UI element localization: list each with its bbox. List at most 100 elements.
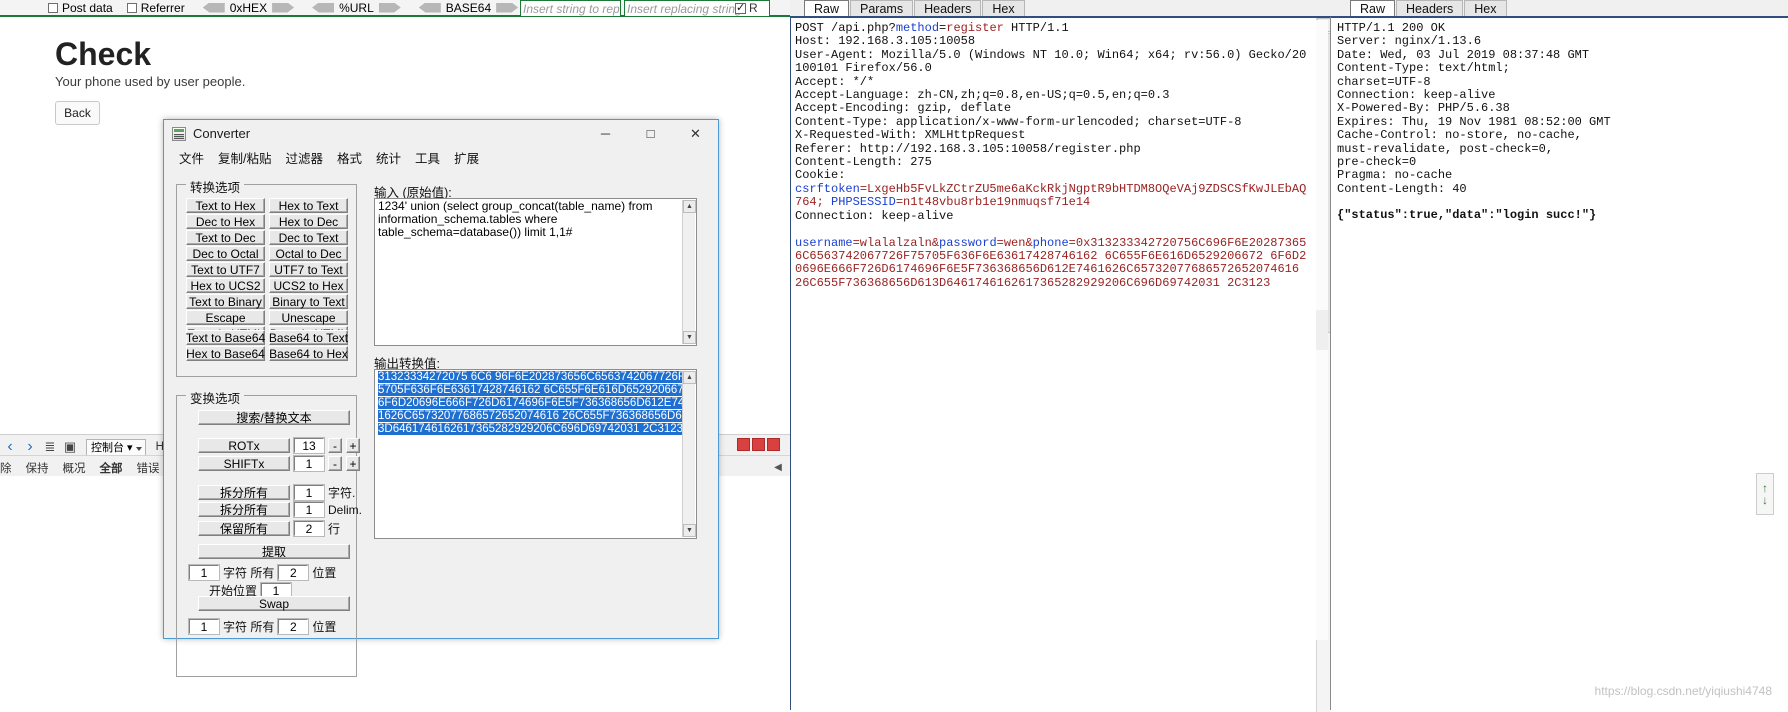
input-scrollbar[interactable]: ▲ ▼: [682, 200, 696, 344]
keep-lines-value-input[interactable]: 2: [293, 520, 325, 537]
shiftx-value-input[interactable]: 1: [293, 455, 325, 472]
referrer-checkbox-box[interactable]: [126, 2, 137, 13]
btn-split-all-chars[interactable]: 拆分所有: [198, 485, 290, 500]
btn-rotx[interactable]: ROTx: [198, 438, 290, 453]
output-textarea[interactable]: 31323334272075 6C6 96F6E202873656C656374…: [374, 369, 697, 539]
maximize-button[interactable]: □: [628, 120, 673, 147]
btn-binary-to-text[interactable]: Binary to Text: [269, 294, 348, 309]
btn-split-all-delim[interactable]: 拆分所有: [198, 502, 290, 517]
record-button-2[interactable]: [752, 438, 765, 451]
console-panel-select[interactable]: 控制台 ▾: [86, 438, 146, 456]
base64-encode-control[interactable]: BASE64: [418, 1, 519, 15]
arrow-right-icon[interactable]: [272, 2, 295, 13]
extract-from-input[interactable]: 1: [188, 564, 220, 581]
arrow-left-icon[interactable]: [202, 2, 225, 13]
btn-hex-to-base64[interactable]: Hex to Base64: [186, 346, 265, 361]
btn-base64-to-hex[interactable]: Base64 to Hex: [269, 346, 348, 361]
url-encode-control[interactable]: %URL: [312, 1, 401, 15]
swap-to-input[interactable]: 2: [277, 618, 310, 635]
arrow-right-icon[interactable]: [496, 2, 519, 13]
btn-dec-to-text[interactable]: Dec to Text: [269, 230, 348, 245]
scroll-down-icon[interactable]: ↓: [1762, 494, 1768, 506]
inspect-element-icon[interactable]: ▣: [60, 439, 80, 455]
btn-ucs2-to-hex[interactable]: UCS2 to Hex: [269, 278, 348, 293]
navigate-back-icon[interactable]: ‹: [0, 438, 20, 456]
checkbox-post-data[interactable]: Post data: [48, 1, 113, 15]
scroll-down-icon[interactable]: ▼: [683, 331, 696, 344]
btn-text-to-hex[interactable]: Text to Hex: [186, 198, 265, 213]
input-textarea[interactable]: 1234' union (select group_concat(table_n…: [374, 198, 697, 346]
scroll-up-icon[interactable]: ▲: [683, 371, 696, 384]
scroll-arrows-group[interactable]: ↑ ↓: [1756, 473, 1774, 515]
list-icon[interactable]: ≣: [40, 439, 60, 455]
btn-base64-to-text[interactable]: Base64 to Text: [269, 330, 348, 345]
tab-response-headers[interactable]: Headers: [1396, 0, 1464, 16]
btn-hex-to-ucs2[interactable]: Hex to UCS2: [186, 278, 265, 293]
rotx-value-input[interactable]: 13: [293, 437, 325, 454]
btn-search-replace-text[interactable]: 搜索/替换文本: [198, 410, 350, 425]
btn-extract[interactable]: 提取: [198, 544, 350, 559]
menu-file[interactable]: 文件: [172, 148, 211, 167]
extract-to-input[interactable]: 2: [277, 564, 310, 581]
filter-errors[interactable]: 错误: [137, 460, 160, 476]
filter-clear[interactable]: 除: [0, 460, 12, 476]
menu-copy-paste[interactable]: 复制/粘贴: [211, 148, 278, 167]
btn-hex-to-text[interactable]: Hex to Text: [269, 198, 348, 213]
menu-filter[interactable]: 过滤器: [279, 148, 331, 167]
btn-text-to-base64[interactable]: Text to Base64: [186, 330, 265, 345]
navigate-forward-icon[interactable]: ›: [20, 438, 40, 456]
shiftx-increment-button[interactable]: +: [346, 456, 360, 471]
btn-dec-to-hex[interactable]: Dec to Hex: [186, 214, 265, 229]
filter-persist[interactable]: 保持: [26, 460, 49, 476]
menu-statistics[interactable]: 统计: [369, 148, 408, 167]
btn-octal-to-dec[interactable]: Octal to Dec: [269, 246, 348, 261]
btn-swap[interactable]: Swap: [198, 596, 350, 611]
close-button[interactable]: ✕: [673, 120, 718, 147]
back-button[interactable]: Back: [55, 101, 100, 125]
btn-keep-all-lines[interactable]: 保留所有: [198, 521, 290, 536]
request-panel-edge-scroll[interactable]: [1316, 20, 1328, 640]
btn-hex-to-dec[interactable]: Hex to Dec: [269, 214, 348, 229]
arrow-left-icon[interactable]: [312, 2, 335, 13]
record-button-1[interactable]: [737, 438, 750, 451]
checkbox-referrer[interactable]: Referrer: [126, 1, 185, 15]
split-delim-value-input[interactable]: 1: [293, 501, 325, 518]
record-button-3[interactable]: [767, 438, 780, 451]
swap-from-input[interactable]: 1: [188, 618, 220, 635]
output-scrollbar[interactable]: ▲ ▼: [682, 371, 696, 537]
replace-string-input[interactable]: Insert string to replace: [520, 0, 621, 17]
scroll-up-icon[interactable]: ▲: [683, 200, 696, 213]
menu-tools[interactable]: 工具: [408, 148, 447, 167]
tab-request-headers[interactable]: Headers: [914, 0, 982, 16]
btn-text-to-dec[interactable]: Text to Dec: [186, 230, 265, 245]
arrow-right-icon[interactable]: [378, 2, 401, 13]
btn-shiftx[interactable]: SHIFTx: [198, 456, 290, 471]
request-raw-view[interactable]: POST /api.php?method=register HTTP/1.1 Ho…: [790, 16, 1331, 712]
arrow-left-icon[interactable]: [418, 2, 441, 13]
minimize-button[interactable]: ─: [583, 120, 628, 147]
shiftx-decrement-button[interactable]: -: [328, 456, 342, 471]
hex-encode-control[interactable]: 0xHEX: [202, 1, 295, 15]
tab-response-hex[interactable]: Hex: [1464, 0, 1507, 16]
btn-escape[interactable]: Escape: [186, 310, 265, 325]
collapse-caret-icon[interactable]: ◀: [772, 462, 784, 474]
btn-dec-to-octal[interactable]: Dec to Octal: [186, 246, 265, 261]
tab-request-params[interactable]: Params: [850, 0, 914, 16]
post-data-checkbox-box[interactable]: [48, 2, 58, 13]
split-chars-value-input[interactable]: 1: [293, 484, 325, 501]
filter-all[interactable]: 全部: [100, 460, 123, 476]
menu-format[interactable]: 格式: [330, 148, 369, 167]
record-buttons-group[interactable]: [737, 438, 780, 451]
enabled-checkbox[interactable]: [735, 1, 746, 14]
converter-titlebar[interactable]: Converter ─ □ ✕: [164, 120, 718, 147]
response-raw-view[interactable]: HTTP/1.1 200 OK Server: nginx/1.13.6 Dat…: [1330, 16, 1788, 710]
scrollbar-thumb[interactable]: [1316, 310, 1328, 350]
scroll-down-icon[interactable]: ▼: [683, 524, 696, 537]
rotx-increment-button[interactable]: +: [346, 438, 360, 453]
filter-overview[interactable]: 概况: [63, 460, 86, 476]
rotx-decrement-button[interactable]: -: [328, 438, 342, 453]
tab-response-raw[interactable]: Raw: [1350, 0, 1396, 16]
menu-extensions[interactable]: 扩展: [447, 148, 486, 167]
tab-request-raw[interactable]: Raw: [804, 0, 850, 16]
btn-utf7-to-text[interactable]: UTF7 to Text: [269, 262, 348, 277]
